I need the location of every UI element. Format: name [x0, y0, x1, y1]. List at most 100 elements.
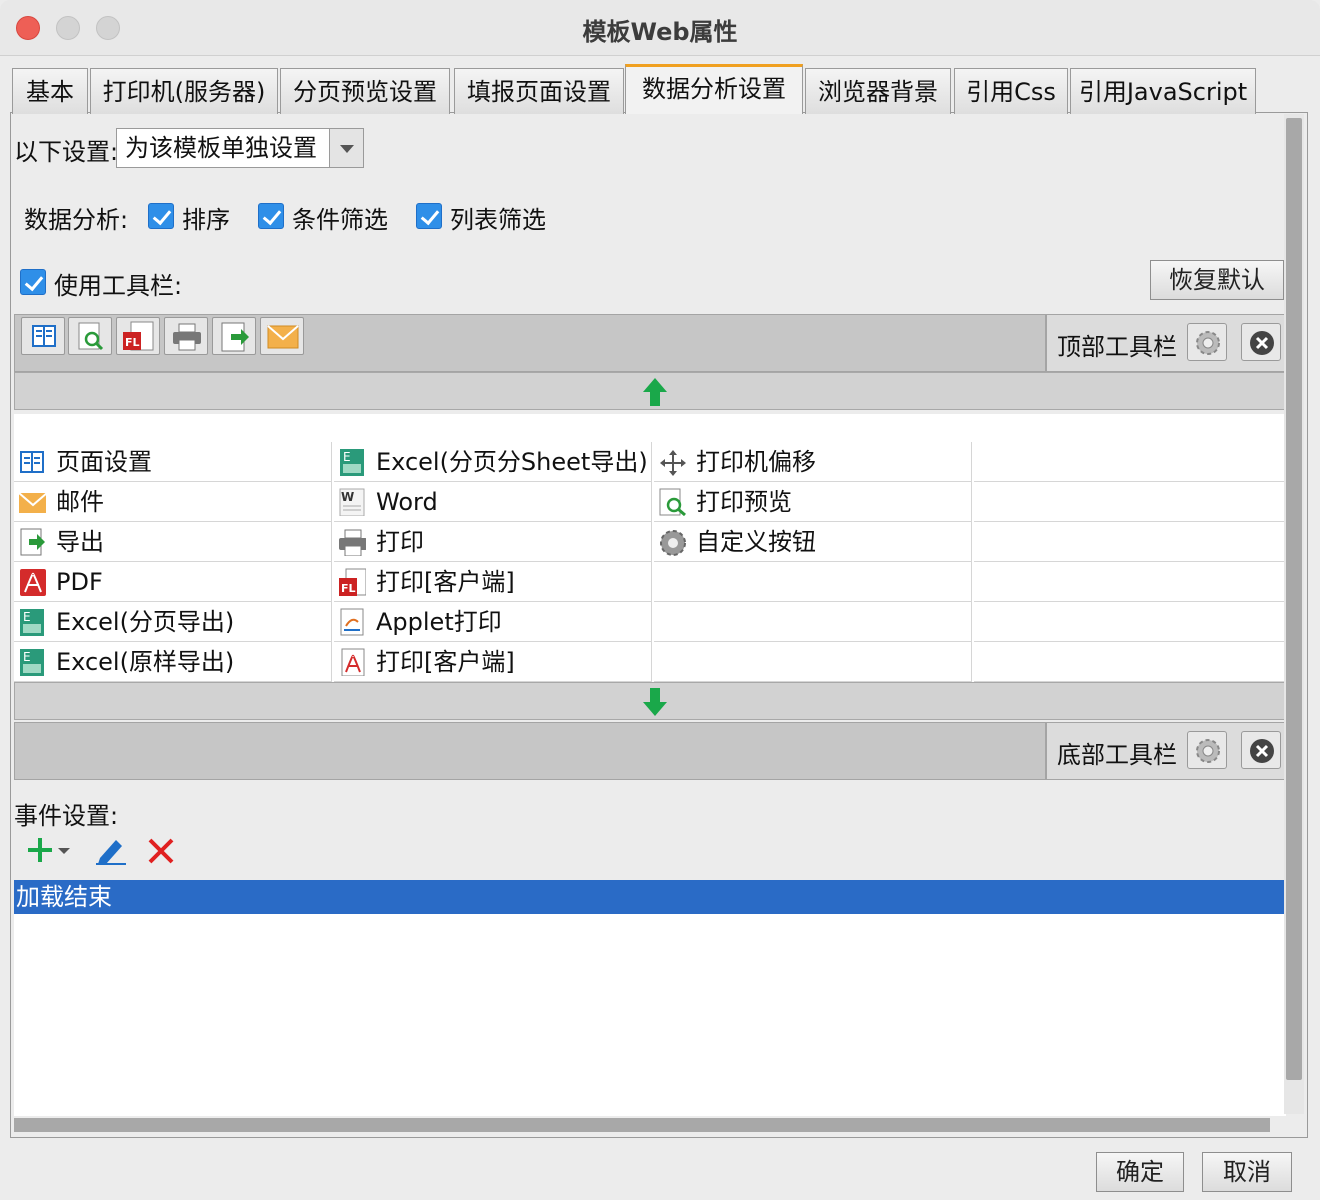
bottom-toolbar-strip[interactable] [14, 722, 1046, 780]
bottom-toolbar-side: 底部工具栏 [1046, 722, 1286, 780]
page-setup-icon [20, 451, 44, 473]
list-filter-checkbox[interactable] [416, 203, 442, 229]
edit-event-icon[interactable] [94, 834, 128, 866]
button-label: 自定义按钮 [696, 528, 816, 556]
events-label: 事件设置: [14, 802, 119, 830]
tab-basic[interactable]: 基本 [12, 68, 88, 114]
button-label: Word [376, 488, 438, 516]
tab-browser-background[interactable]: 浏览器背景 [805, 68, 951, 114]
empty-cell [654, 602, 972, 642]
svg-text:E: E [23, 610, 31, 624]
window-title: 模板Web属性 [582, 18, 738, 46]
list-filter-label: 列表筛选 [450, 206, 546, 234]
button-pdf[interactable]: PDF [14, 562, 332, 602]
bottom-toolbar-label: 底部工具栏 [1057, 741, 1177, 769]
email-icon[interactable] [260, 317, 304, 355]
print-flash-icon[interactable]: FL [116, 317, 160, 355]
svg-text:FL: FL [125, 336, 140, 349]
button-print-client-flash[interactable]: FL 打印[客户端] [334, 562, 652, 602]
vertical-scrollbar-thumb[interactable] [1286, 118, 1302, 1080]
title-bar: 模板Web属性 [0, 0, 1320, 56]
button-label: PDF [56, 568, 103, 596]
bottom-toolbar-gear-icon[interactable] [1187, 731, 1227, 769]
settings-select-value: 为该模板单独设置 [125, 134, 317, 162]
empty-cell [974, 562, 1286, 602]
tab-printer-server[interactable]: 打印机(服务器) [90, 68, 278, 114]
button-excel-original[interactable]: E Excel(原样导出) [14, 642, 332, 682]
empty-cell [654, 642, 972, 682]
excel-icon: E [340, 449, 364, 476]
page-setup-icon[interactable] [21, 317, 65, 355]
button-label: 打印 [376, 528, 424, 556]
button-label: 邮件 [56, 488, 104, 516]
top-toolbar-strip[interactable]: FL [14, 314, 1046, 372]
button-label: Excel(原样导出) [56, 648, 235, 676]
cancel-button[interactable]: 取消 [1202, 1152, 1292, 1192]
button-excel-sheet[interactable]: E Excel(分页分Sheet导出) [334, 442, 652, 482]
svg-text:E: E [343, 450, 351, 464]
empty-cell [654, 562, 972, 602]
tab-fill-page[interactable]: 填报页面设置 [454, 68, 624, 114]
restore-default-button[interactable]: 恢复默认 [1150, 260, 1284, 300]
use-toolbar-checkbox[interactable] [20, 269, 46, 295]
button-applet-print[interactable]: Applet打印 [334, 602, 652, 642]
button-label: 打印[客户端] [376, 648, 515, 676]
condition-filter-checkbox[interactable] [258, 203, 284, 229]
tab-data-analysis[interactable]: 数据分析设置 [625, 64, 803, 114]
button-label: 打印机偏移 [696, 448, 816, 476]
dialog-window: 模板Web属性 基本 打印机(服务器) 分页预览设置 填报页面设置 数据分析设置… [0, 0, 1320, 1200]
button-label: Excel(分页导出) [56, 608, 235, 636]
available-buttons-panel: 页面设置 邮件 导出 PDF E Excel(分页导出) E Excel(原样导… [14, 414, 1286, 682]
top-toolbar-side: 顶部工具栏 [1046, 314, 1286, 372]
chevron-down-icon[interactable] [329, 129, 363, 167]
tab-page-preview[interactable]: 分页预览设置 [280, 68, 450, 114]
email-icon [18, 492, 46, 513]
empty-cell [974, 482, 1286, 522]
bottom-toolbar-close-icon[interactable] [1241, 731, 1281, 769]
pdf-icon [20, 569, 46, 596]
export-icon[interactable] [212, 317, 256, 355]
tab-css[interactable]: 引用Css [954, 68, 1068, 114]
horizontal-scrollbar-thumb[interactable] [14, 1118, 1270, 1132]
ok-button[interactable]: 确定 [1096, 1152, 1184, 1192]
analysis-label: 数据分析: [24, 206, 129, 234]
top-toolbar-close-icon[interactable] [1241, 323, 1281, 361]
sort-checkbox[interactable] [148, 203, 174, 229]
events-list: 加载结束 [14, 880, 1286, 1116]
move-up-bar[interactable] [14, 372, 1286, 410]
top-toolbar-gear-icon[interactable] [1187, 323, 1227, 361]
button-print-client-pdf[interactable]: 打印[客户端] [334, 642, 652, 682]
button-label: 页面设置 [56, 448, 152, 476]
button-print[interactable]: 打印 [334, 522, 652, 562]
svg-text:FL: FL [341, 582, 356, 595]
printer-icon [339, 529, 366, 556]
applet-icon [340, 608, 364, 636]
button-label: 打印预览 [696, 488, 792, 516]
delete-event-icon[interactable] [146, 836, 176, 866]
button-word[interactable]: W Word [334, 482, 652, 522]
sort-label: 排序 [182, 206, 230, 234]
tab-javascript[interactable]: 引用JavaScript [1070, 68, 1256, 114]
button-export[interactable]: 导出 [14, 522, 332, 562]
excel-icon: E [20, 649, 44, 676]
button-page-setup[interactable]: 页面设置 [14, 442, 332, 482]
pdf-print-icon [341, 648, 365, 676]
arrow-down-icon[interactable] [641, 686, 669, 718]
print-flash-icon: FL [339, 568, 366, 596]
move-arrows-icon [660, 450, 686, 476]
printer-icon[interactable] [164, 317, 208, 355]
arrow-up-icon[interactable] [641, 376, 669, 408]
button-printer-offset[interactable]: 打印机偏移 [654, 442, 972, 482]
move-down-bar[interactable] [14, 682, 1286, 720]
top-toolbar-label: 顶部工具栏 [1057, 333, 1177, 361]
event-item-load-end[interactable]: 加载结束 [14, 880, 1286, 914]
button-custom[interactable]: 自定义按钮 [654, 522, 972, 562]
add-event-icon[interactable] [26, 836, 76, 866]
settings-label: 以下设置: [14, 138, 119, 166]
print-preview-icon[interactable] [68, 317, 112, 355]
button-email[interactable]: 邮件 [14, 482, 332, 522]
button-print-preview[interactable]: 打印预览 [654, 482, 972, 522]
button-excel-paged[interactable]: E Excel(分页导出) [14, 602, 332, 642]
svg-text:W: W [341, 490, 354, 504]
settings-select[interactable]: 为该模板单独设置 [116, 128, 364, 168]
